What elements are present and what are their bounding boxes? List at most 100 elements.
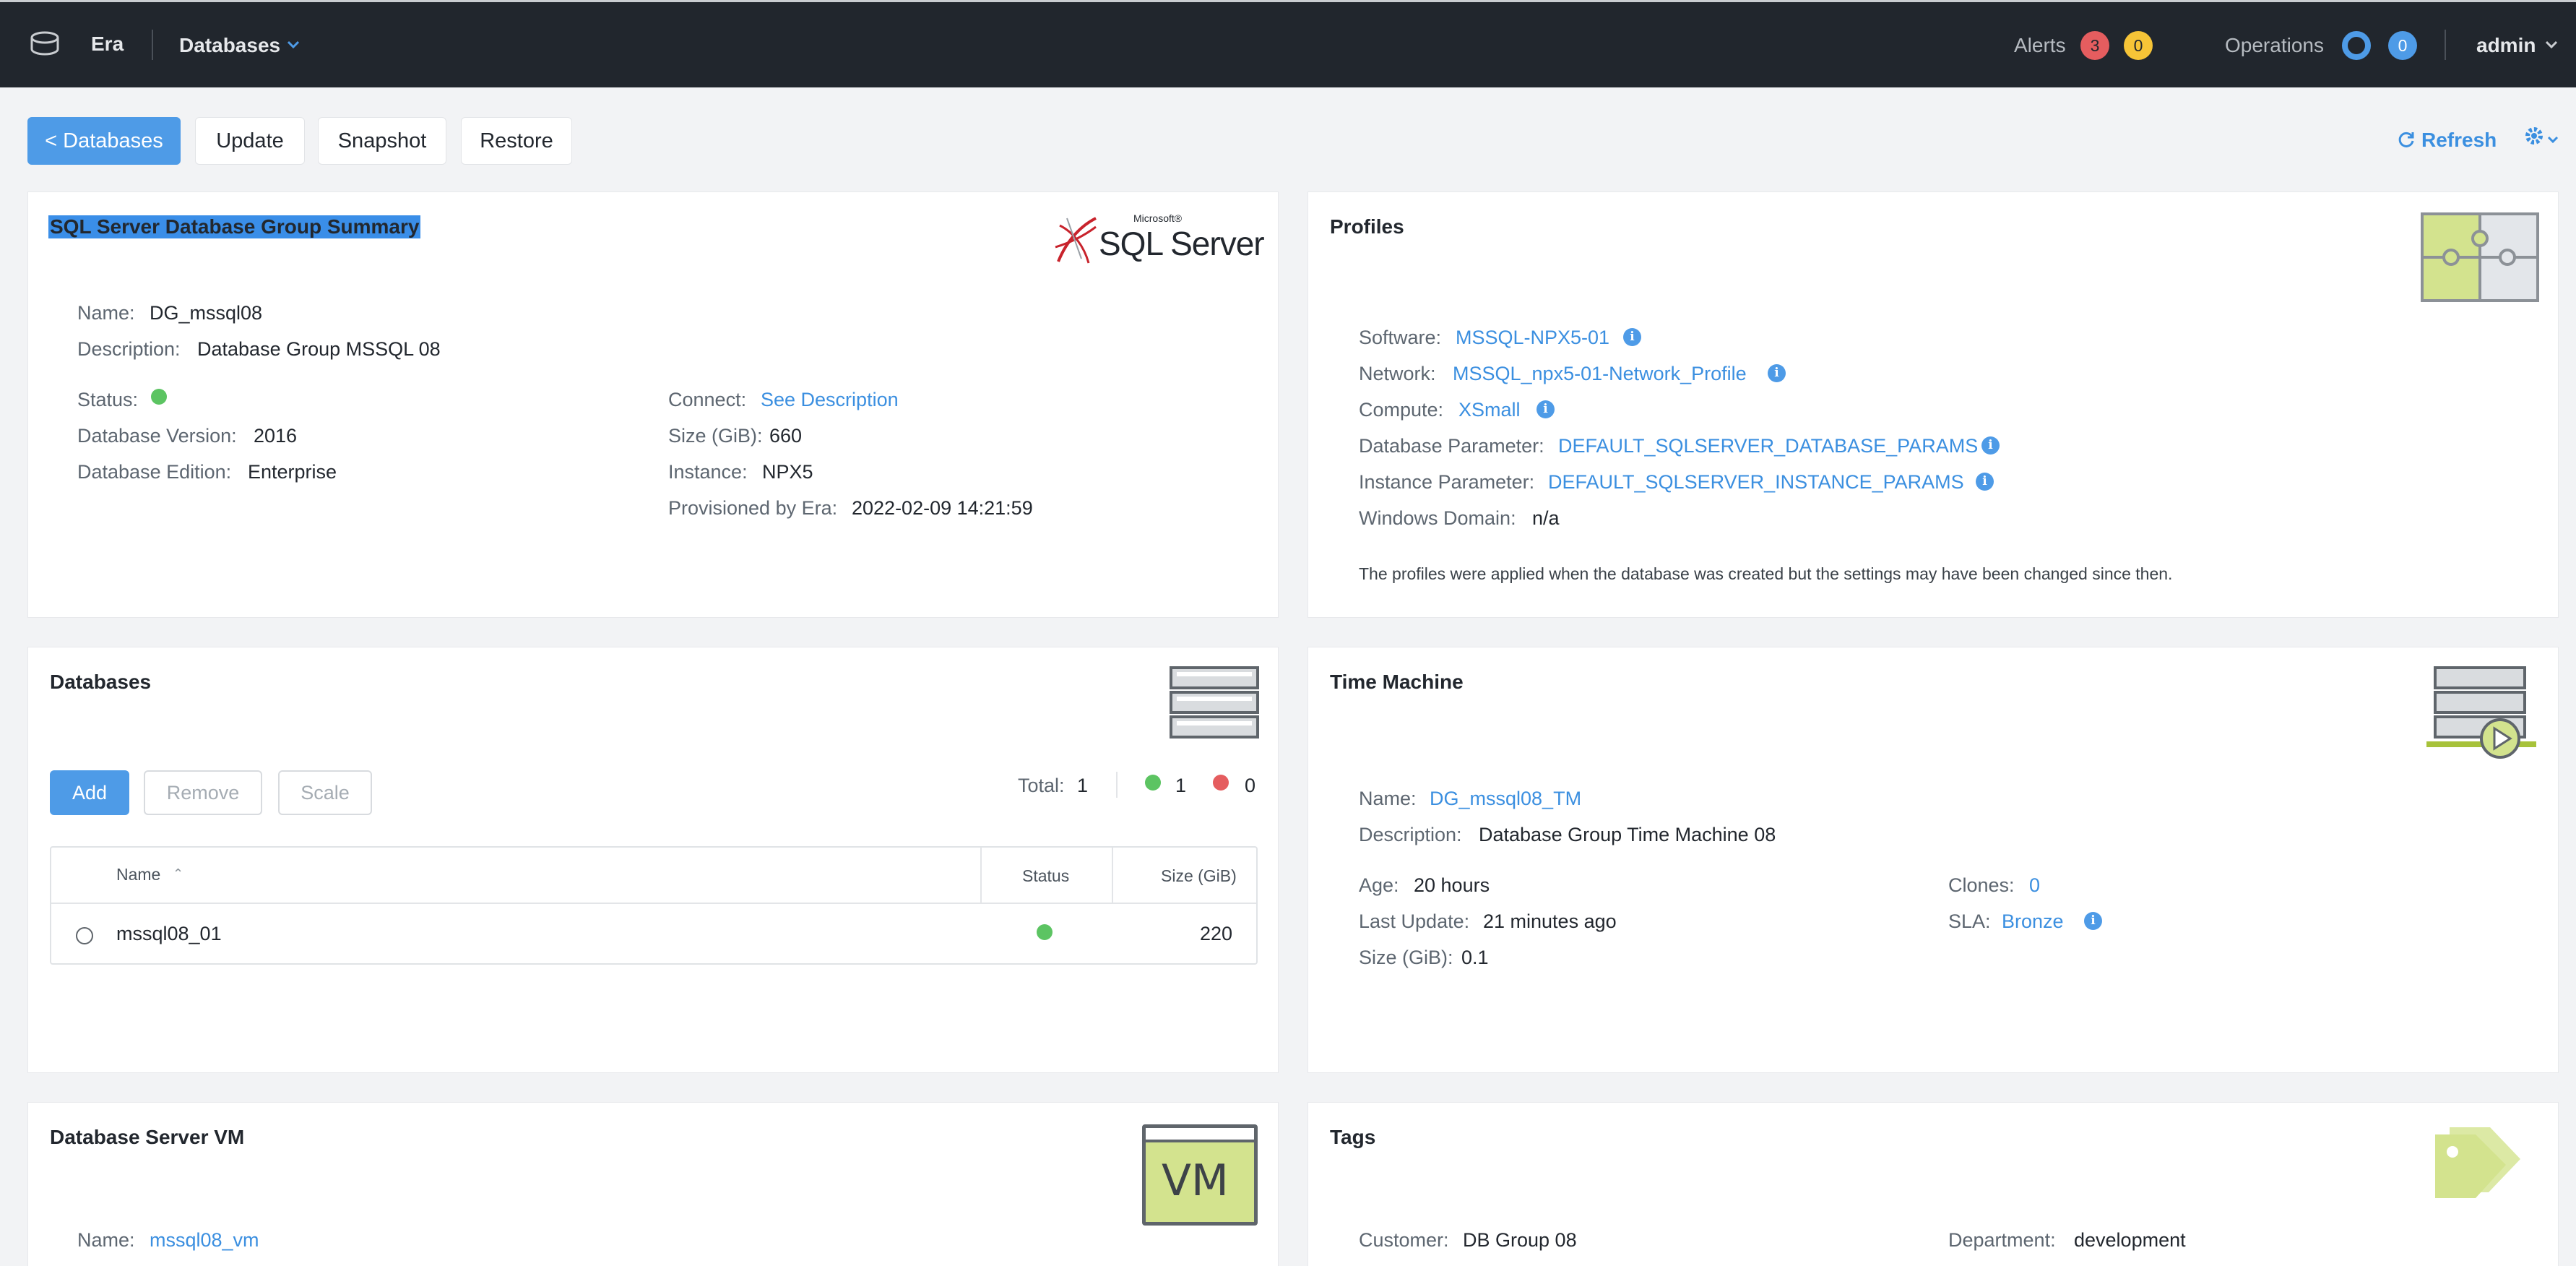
vm-icon: VM xyxy=(1142,1124,1258,1226)
compute-info-icon[interactable]: i xyxy=(1536,400,1555,418)
back-to-databases-button[interactable]: < Databases xyxy=(27,117,181,165)
tag-icon xyxy=(2428,1123,2529,1206)
restore-button[interactable]: Restore xyxy=(461,117,572,165)
tm-sla-link[interactable]: Bronze xyxy=(2002,910,2064,933)
tags-panel: Tags Customer: DB Group 08 Department: d… xyxy=(1308,1102,2559,1266)
nav-databases-menu[interactable]: Databases xyxy=(179,34,280,57)
tags-title: Tags xyxy=(1330,1126,1376,1148)
tm-sla-label: SLA: xyxy=(1948,910,1991,932)
summary-size-value: 660 xyxy=(769,425,803,447)
sql-server-logo-microsoft: Microsoft® xyxy=(1133,212,1183,224)
summary-edition-value: Enterprise xyxy=(248,461,337,483)
tm-last-update-value: 21 minutes ago xyxy=(1483,910,1617,932)
tm-size-label: Size (GiB): xyxy=(1359,947,1453,968)
column-header-status[interactable]: Status xyxy=(1022,866,1069,886)
software-label: Software: xyxy=(1359,327,1442,348)
snapshot-button[interactable]: Snapshot xyxy=(318,117,446,165)
compute-label: Compute: xyxy=(1359,399,1444,421)
server-vm-title: Database Server VM xyxy=(50,1126,245,1148)
vm-name-link[interactable]: mssql08_vm xyxy=(150,1229,259,1252)
profiles-panel: Profiles Software: MSSQL-NPX5-01 i Netwo… xyxy=(1308,191,2559,618)
row-status-icon xyxy=(1037,924,1053,940)
era-logo-icon[interactable] xyxy=(29,28,61,64)
tag-customer-label: Customer: xyxy=(1359,1229,1449,1251)
vm-icon-titlebar xyxy=(1146,1128,1254,1142)
refresh-icon[interactable] xyxy=(2397,130,2416,152)
tm-name-label: Name: xyxy=(1359,788,1417,809)
time-machine-name-link[interactable]: DG_mssql08_TM xyxy=(1430,788,1581,810)
databases-up-count: 1 xyxy=(1175,775,1187,796)
server-vm-panel: Database Server VM VM Name: mssql08_vm xyxy=(27,1102,1279,1266)
vm-icon-label: VM xyxy=(1162,1155,1229,1206)
database-stack-icon xyxy=(1170,666,1259,742)
user-menu[interactable]: admin xyxy=(2476,34,2536,57)
top-nav-bar: Era Databases Alerts 3 0 Operations 0 ad… xyxy=(0,0,2576,87)
connect-see-description-link[interactable]: See Description xyxy=(761,389,899,411)
summary-description-label: Description: xyxy=(77,338,181,360)
user-chevron-down-icon[interactable] xyxy=(2544,40,2559,53)
column-header-name[interactable]: Name xyxy=(116,865,160,884)
summary-panel: SQL Server Database Group Summary Micros… xyxy=(27,191,1279,618)
table-row[interactable]: mssql08_01 220 xyxy=(51,905,1256,963)
alerts-label[interactable]: Alerts xyxy=(2014,34,2066,57)
update-button[interactable]: Update xyxy=(195,117,305,165)
total-divider xyxy=(1116,772,1118,798)
tm-clones-label: Clones: xyxy=(1948,874,2015,896)
status-ok-icon xyxy=(151,389,167,405)
operations-label[interactable]: Operations xyxy=(2225,34,2324,57)
databases-down-count: 0 xyxy=(1245,775,1256,796)
topbar-divider xyxy=(2445,30,2446,60)
instance-parameter-link[interactable]: DEFAULT_SQLSERVER_INSTANCE_PARAMS xyxy=(1548,471,1964,494)
sql-server-logo: Microsoft® SQL Server xyxy=(1053,211,1269,269)
databases-total-label: Total: xyxy=(1018,775,1065,796)
summary-version-label: Database Version: xyxy=(77,425,237,447)
column-header-size[interactable]: Size (GiB) xyxy=(1161,866,1237,886)
compute-profile-link[interactable]: XSmall xyxy=(1458,399,1521,421)
app-name[interactable]: Era xyxy=(91,33,124,56)
summary-title: SQL Server Database Group Summary xyxy=(48,215,421,238)
sql-server-logo-text: SQL Server xyxy=(1099,225,1265,262)
windows-domain-value: n/a xyxy=(1532,507,1560,529)
databases-up-icon xyxy=(1145,775,1161,791)
alerts-critical-badge[interactable]: 3 xyxy=(2080,31,2109,60)
alerts-warning-badge[interactable]: 0 xyxy=(2124,31,2153,60)
add-database-button[interactable]: Add xyxy=(50,770,129,815)
table-header: Name ⌃ Status Size (GiB) xyxy=(51,848,1256,904)
instance-parameter-label: Instance Parameter: xyxy=(1359,471,1535,493)
database-parameter-info-icon[interactable]: i xyxy=(1981,436,2000,455)
summary-instance-label: Instance: xyxy=(668,461,748,483)
puzzle-icon xyxy=(2421,212,2539,306)
summary-edition-label: Database Edition: xyxy=(77,461,232,483)
databases-total-value: 1 xyxy=(1077,775,1089,796)
refresh-link[interactable]: Refresh xyxy=(2421,129,2497,152)
column-divider xyxy=(1112,848,1113,904)
tm-clones-link[interactable]: 0 xyxy=(2029,874,2040,897)
operations-count-badge[interactable]: 0 xyxy=(2388,31,2417,60)
operations-progress-icon[interactable] xyxy=(2342,31,2371,60)
row-database-name[interactable]: mssql08_01 xyxy=(116,923,222,945)
scale-database-button[interactable]: Scale xyxy=(278,770,372,815)
instance-parameter-info-icon[interactable]: i xyxy=(1976,473,1994,491)
sort-ascending-icon[interactable]: ⌃ xyxy=(173,866,183,882)
row-select-radio[interactable] xyxy=(76,927,93,944)
summary-name-label: Name: xyxy=(77,302,135,324)
profiles-title: Profiles xyxy=(1330,215,1404,238)
sla-info-icon[interactable]: i xyxy=(2084,912,2102,930)
network-info-icon[interactable]: i xyxy=(1768,364,1786,382)
nav-divider xyxy=(152,30,153,60)
database-parameter-link[interactable]: DEFAULT_SQLSERVER_DATABASE_PARAMS xyxy=(1558,435,1978,457)
tag-customer-value: DB Group 08 xyxy=(1463,1229,1577,1251)
software-info-icon[interactable]: i xyxy=(1623,328,1641,346)
databases-table: Name ⌃ Status Size (GiB) mssql08_01 220 xyxy=(50,846,1258,965)
tm-age-label: Age: xyxy=(1359,874,1399,896)
tm-age-value: 20 hours xyxy=(1414,874,1490,896)
profiles-note: The profiles were applied when the datab… xyxy=(1359,564,2173,583)
chevron-down-icon[interactable] xyxy=(286,40,301,53)
software-profile-link[interactable]: MSSQL-NPX5-01 xyxy=(1456,327,1609,349)
column-divider xyxy=(980,848,982,904)
network-profile-link[interactable]: MSSQL_npx5-01-Network_Profile xyxy=(1453,363,1747,385)
time-machine-title: Time Machine xyxy=(1330,671,1464,693)
remove-database-button[interactable]: Remove xyxy=(144,770,262,815)
settings-gear-icon[interactable] xyxy=(2521,123,2563,155)
time-machine-panel: Time Machine Name: DG_mssql08_TM Descrip… xyxy=(1308,647,2559,1073)
